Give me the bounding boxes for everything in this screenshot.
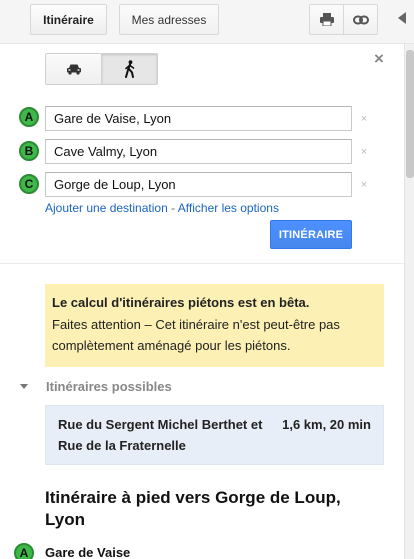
travel-mode-selector <box>45 53 158 85</box>
remove-waypoint-b-icon[interactable]: × <box>358 146 370 158</box>
link-button[interactable] <box>343 4 378 35</box>
waypoint-input-c[interactable] <box>45 172 352 197</box>
remove-waypoint-a-icon[interactable]: × <box>358 113 370 125</box>
printer-icon <box>319 13 334 26</box>
route-options-links: Ajouter une destination - Afficher les o… <box>45 201 279 215</box>
car-icon <box>66 64 81 75</box>
car-mode-button[interactable] <box>45 53 102 85</box>
get-directions-button[interactable]: ITINÉRAIRE <box>270 220 352 249</box>
links-separator: - <box>167 201 178 215</box>
route-option[interactable]: Rue du Sergent Michel Berthet et Rue de … <box>45 405 384 465</box>
scrollbar-thumb[interactable] <box>406 50 414 178</box>
route-option-distance-time: 1,6 km, 20 min <box>282 417 371 432</box>
waypoint-marker-b: B <box>19 141 39 161</box>
show-options-link[interactable]: Afficher les options <box>178 201 279 215</box>
start-marker: A <box>14 543 34 559</box>
collapse-triangle-icon <box>20 383 28 389</box>
section-divider <box>0 263 404 264</box>
top-toolbar: Itinéraire Mes adresses <box>0 0 414 44</box>
route-option-name: Rue du Sergent Michel Berthet et Rue de … <box>58 417 263 453</box>
waypoint-marker-a: A <box>19 107 39 127</box>
remove-waypoint-c-icon[interactable]: × <box>358 179 370 191</box>
print-button[interactable] <box>309 4 344 35</box>
walking-person-icon <box>124 60 134 78</box>
my-addresses-button[interactable]: Mes adresses <box>119 4 219 35</box>
close-icon[interactable]: × <box>370 50 388 68</box>
directions-title: Itinéraire à pied vers Gorge de Loup, Ly… <box>45 488 341 529</box>
beta-warning-title: Le calcul d'itinéraires piétons est en b… <box>52 295 310 310</box>
beta-warning-box: Le calcul d'itinéraires piétons est en b… <box>45 284 384 367</box>
add-destination-link[interactable]: Ajouter une destination <box>45 201 168 215</box>
waypoint-input-a[interactable] <box>45 106 352 131</box>
link-icon <box>352 15 369 24</box>
beta-warning-body: Faites attention – Cet itinéraire n'est … <box>52 317 340 353</box>
possible-routes-label: Itinéraires possibles <box>46 378 172 394</box>
waypoint-input-b[interactable] <box>45 139 352 164</box>
panel-scrollbar[interactable] <box>404 44 414 559</box>
itinerary-tab-button[interactable]: Itinéraire <box>30 4 107 35</box>
walk-mode-button[interactable] <box>102 53 158 85</box>
waypoint-marker-c: C <box>19 174 39 194</box>
start-location-label: Gare de Vaise <box>45 545 131 559</box>
collapse-panel-arrow-icon[interactable] <box>398 12 406 24</box>
possible-routes-header[interactable]: Itinéraires possibles <box>20 377 172 395</box>
